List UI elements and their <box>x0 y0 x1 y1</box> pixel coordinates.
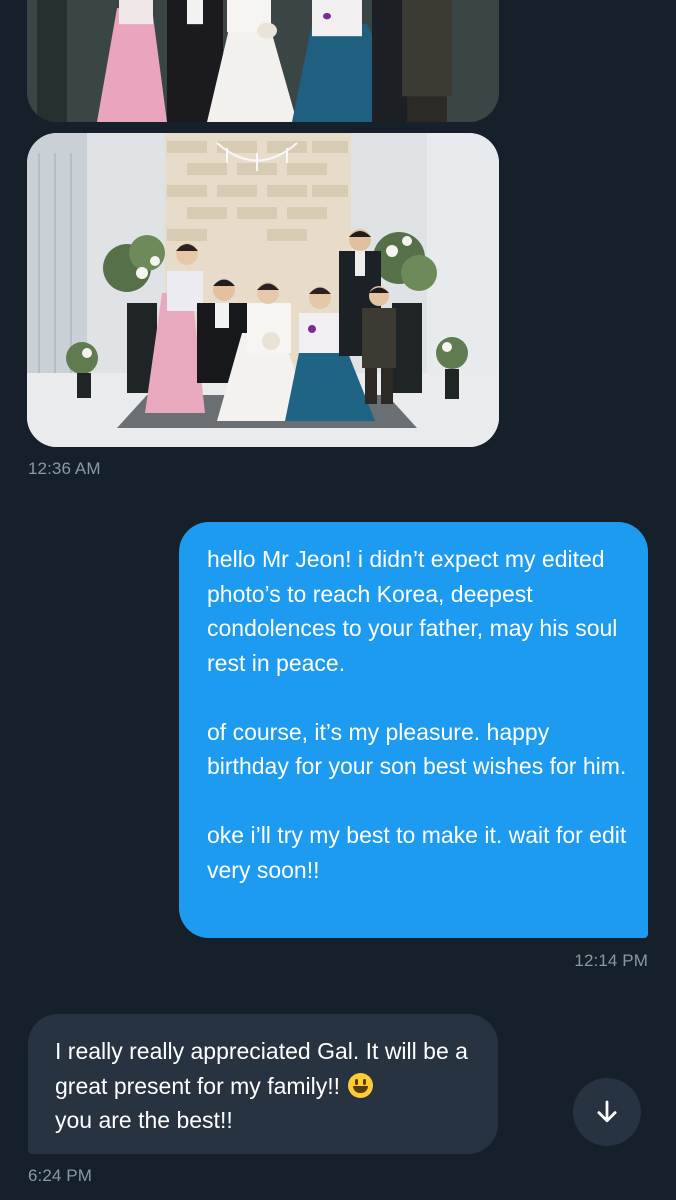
message-timestamp: 12:36 AM <box>28 459 101 478</box>
received-message-text-end: you are the best!! <box>55 1107 233 1133</box>
dm-conversation: 12:36 AM hello Mr Jeon! i didn’t expect … <box>0 0 676 1200</box>
message-timestamp: 12:14 PM <box>574 951 648 970</box>
sent-message-paragraph: of course, it’s my pleasure. happy birth… <box>207 718 627 780</box>
grinning-face-emoji-icon <box>348 1072 374 1098</box>
scroll-to-bottom-button[interactable] <box>573 1078 641 1146</box>
message-timestamp: 6:24 PM <box>28 1166 93 1185</box>
photo-top-image <box>27 0 499 122</box>
family-portrait-photo[interactable] <box>27 133 499 447</box>
photo-main-image <box>27 133 499 447</box>
sent-message-bubble[interactable]: hello Mr Jeon! i didn’t expect my edited… <box>179 522 648 938</box>
received-message-bubble[interactable]: I really really appreciated Gal. It will… <box>28 1014 498 1154</box>
sent-message-paragraph: oke i’ll try my best to make it. wait fo… <box>207 822 627 883</box>
family-portrait-photo-top[interactable] <box>27 0 499 122</box>
arrow-down-icon <box>597 1100 617 1123</box>
sent-message-paragraph: hello Mr Jeon! i didn’t expect my edited… <box>207 546 618 676</box>
received-message-text: I really really appreciated Gal. It will… <box>55 1038 468 1099</box>
